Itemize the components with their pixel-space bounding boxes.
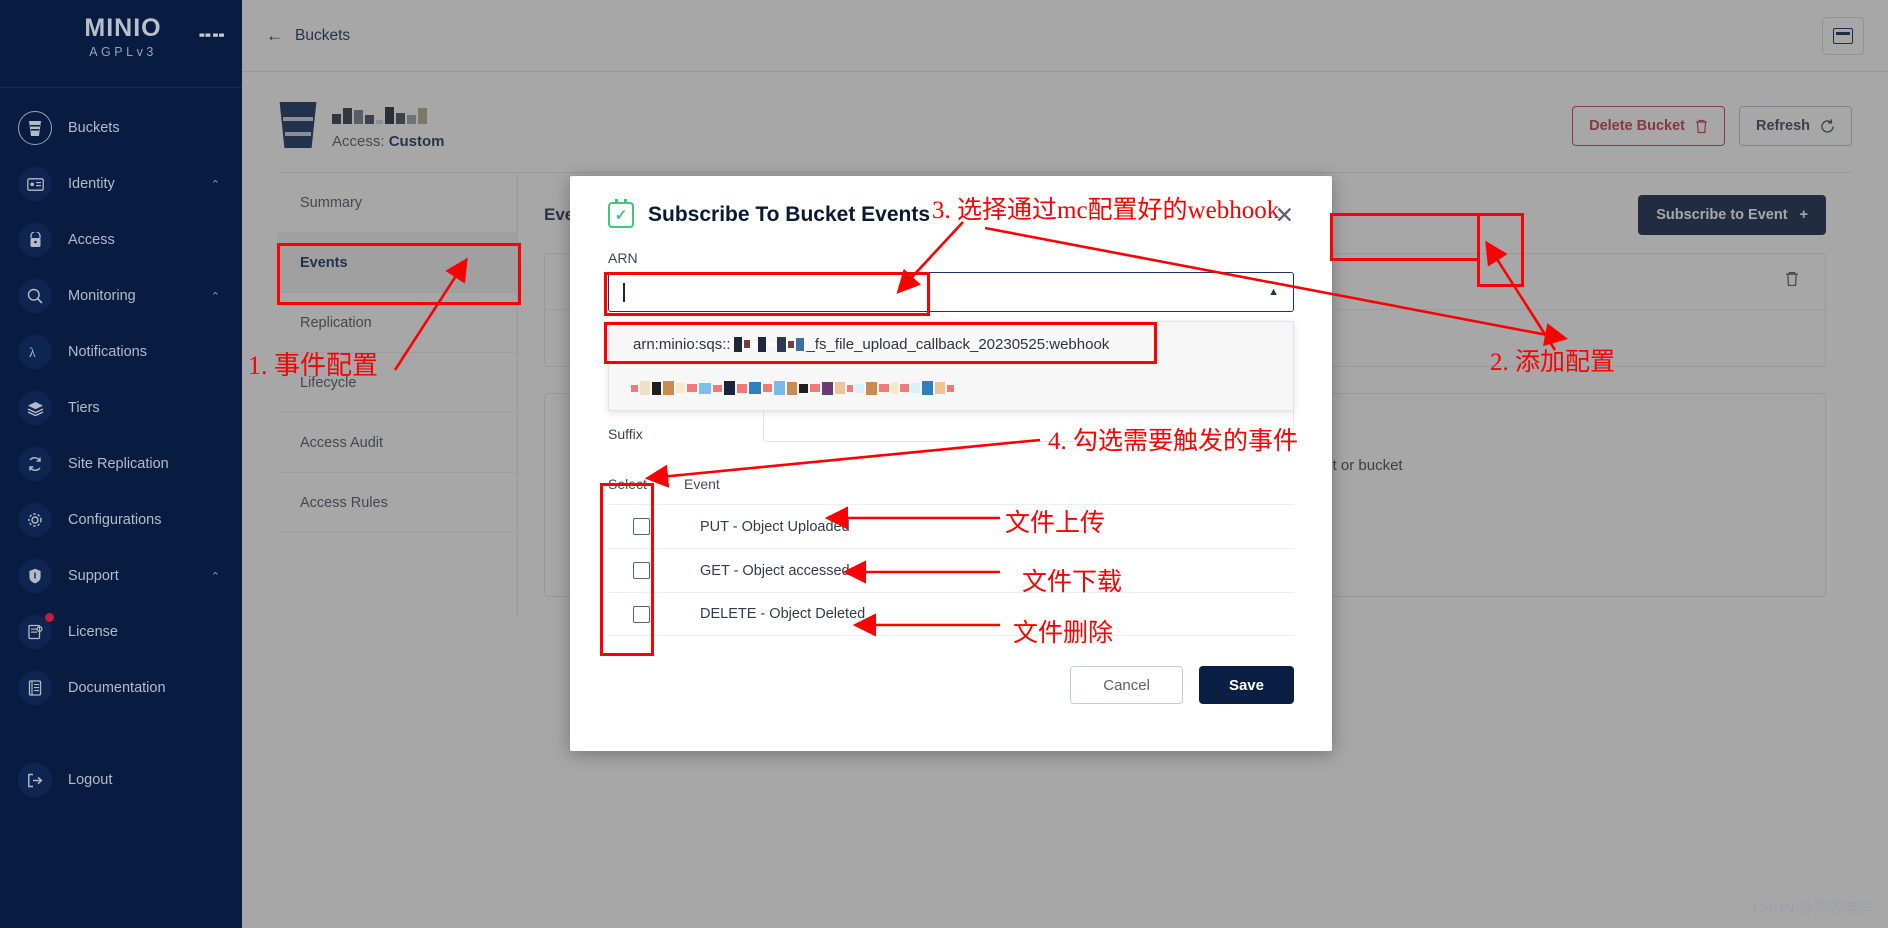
event-label: DELETE - Object Deleted [700,606,866,622]
identity-card-icon [18,167,52,201]
arn-label: ARN [608,250,638,266]
event-checkbox[interactable] [633,562,650,579]
lock-icon [18,223,52,257]
event-row[interactable]: DELETE - Object Deleted [608,592,1294,636]
events-table-header: Select Event [608,476,1294,492]
modal-events-list: PUT - Object Uploaded GET - Object access… [608,504,1294,636]
logout-icon [18,763,52,797]
sidebar-item-notifications[interactable]: λ Notifications [0,324,242,380]
event-checkbox[interactable] [633,605,650,623]
sidebar-item-label: License [68,624,118,640]
gear-icon [18,503,52,537]
sidebar-item-monitoring[interactable]: Monitoring ⌃ [0,268,242,324]
sidebar-item-label: Notifications [68,344,147,360]
close-icon[interactable]: ✕ [1275,203,1294,227]
support-icon [18,559,52,593]
arn-option-redaction [733,336,804,352]
event-checkbox[interactable] [633,518,650,535]
cancel-button[interactable]: Cancel [1070,666,1183,704]
sidebar-item-configurations[interactable]: Configurations [0,492,242,548]
sidebar-item-license[interactable]: License [0,604,242,660]
app-root: MINIO AGPLv3 ╍╍ Buckets Identity ⌃ Access Mo… [0,0,1888,928]
modal-header: ✓ Subscribe To Bucket Events ✕ [608,199,1294,228]
sidebar-item-label: Logout [68,772,113,788]
sidebar-item-label: Support [68,568,119,584]
event-label: PUT - Object Uploaded [700,518,850,535]
arn-option-text-suffix: _fs_file_upload_callback_20230525:webhoo… [806,335,1110,353]
sidebar-item-label: Buckets [68,120,120,136]
sidebar-item-site-replication[interactable]: Site Replication [0,436,242,492]
caret-up-icon[interactable]: ▲ [1268,286,1279,298]
sidebar-item-label: Configurations [68,512,162,528]
suffix-label: Suffix [608,426,643,442]
calendar-check-icon: ✓ [608,199,634,228]
bucket-icon [18,111,52,145]
sidebar: MINIO AGPLv3 ╍╍ Buckets Identity ⌃ Access Mo… [0,0,242,928]
arn-option-webhook[interactable]: arn:minio:sqs:: _fs_file_upload_callback… [609,322,1293,366]
sidebar-item-label: Access [68,232,115,248]
arn-option-text-prefix: arn:minio:sqs:: [633,335,731,353]
arn-dropdown[interactable]: arn:minio:sqs:: _fs_file_upload_callback… [608,321,1294,411]
modal-title-wrap: ✓ Subscribe To Bucket Events [608,199,931,228]
license-doc-icon [18,613,54,649]
chevron-up-icon[interactable]: ⌃ [211,178,220,191]
sidebar-item-buckets[interactable]: Buckets [0,100,242,156]
modal-footer: Cancel Save [608,666,1294,704]
save-button[interactable]: Save [1198,666,1294,704]
sidebar-item-label: Monitoring [68,288,136,304]
sidebar-nav: Buckets Identity ⌃ Access Monitoring ⌃ λ Notifi… [0,88,242,928]
sidebar-header: MINIO AGPLv3 ╍╍ [0,0,242,88]
event-column-header: Event [684,476,720,492]
arn-option-redacted[interactable] [609,366,1293,410]
replication-icon [18,447,52,481]
book-icon [18,671,52,705]
sidebar-item-label: Documentation [68,680,166,696]
sidebar-item-access[interactable]: Access [0,212,242,268]
collapse-panel-icon[interactable]: ╍╍ [199,26,226,46]
sidebar-item-label: Tiers [68,400,100,416]
sidebar-item-identity[interactable]: Identity ⌃ [0,156,242,212]
text-cursor [623,282,625,302]
select-column-header: Select [608,476,647,492]
sidebar-item-documentation[interactable]: Documentation [0,660,242,716]
sidebar-item-logout[interactable]: Logout [0,752,242,808]
license-tag: AGPLv3 [89,45,157,59]
sidebar-item-label: Site Replication [68,456,169,472]
modal-title: Subscribe To Bucket Events [648,203,931,226]
event-row[interactable]: GET - Object accessed [608,548,1294,592]
arn-select[interactable]: ▲ [608,272,1294,312]
event-row[interactable]: PUT - Object Uploaded [608,504,1294,548]
sidebar-item-support[interactable]: Support ⌃ [0,548,242,604]
chevron-up-icon[interactable]: ⌃ [211,570,220,583]
layers-icon [18,391,52,425]
magnifier-icon [18,279,52,313]
chevron-up-icon[interactable]: ⌃ [211,290,220,303]
subscribe-to-bucket-events-modal: ✓ Subscribe To Bucket Events ✕ ARN ▲ arn… [570,176,1332,751]
svg-text:λ: λ [29,346,36,360]
lambda-icon: λ [18,335,52,369]
event-label: GET - Object accessed [700,562,850,579]
sidebar-item-tiers[interactable]: Tiers [0,380,242,436]
notification-dot [45,613,54,622]
watermark: CSDN @码农老冯 [1752,900,1874,917]
sidebar-item-label: Identity [68,176,115,192]
